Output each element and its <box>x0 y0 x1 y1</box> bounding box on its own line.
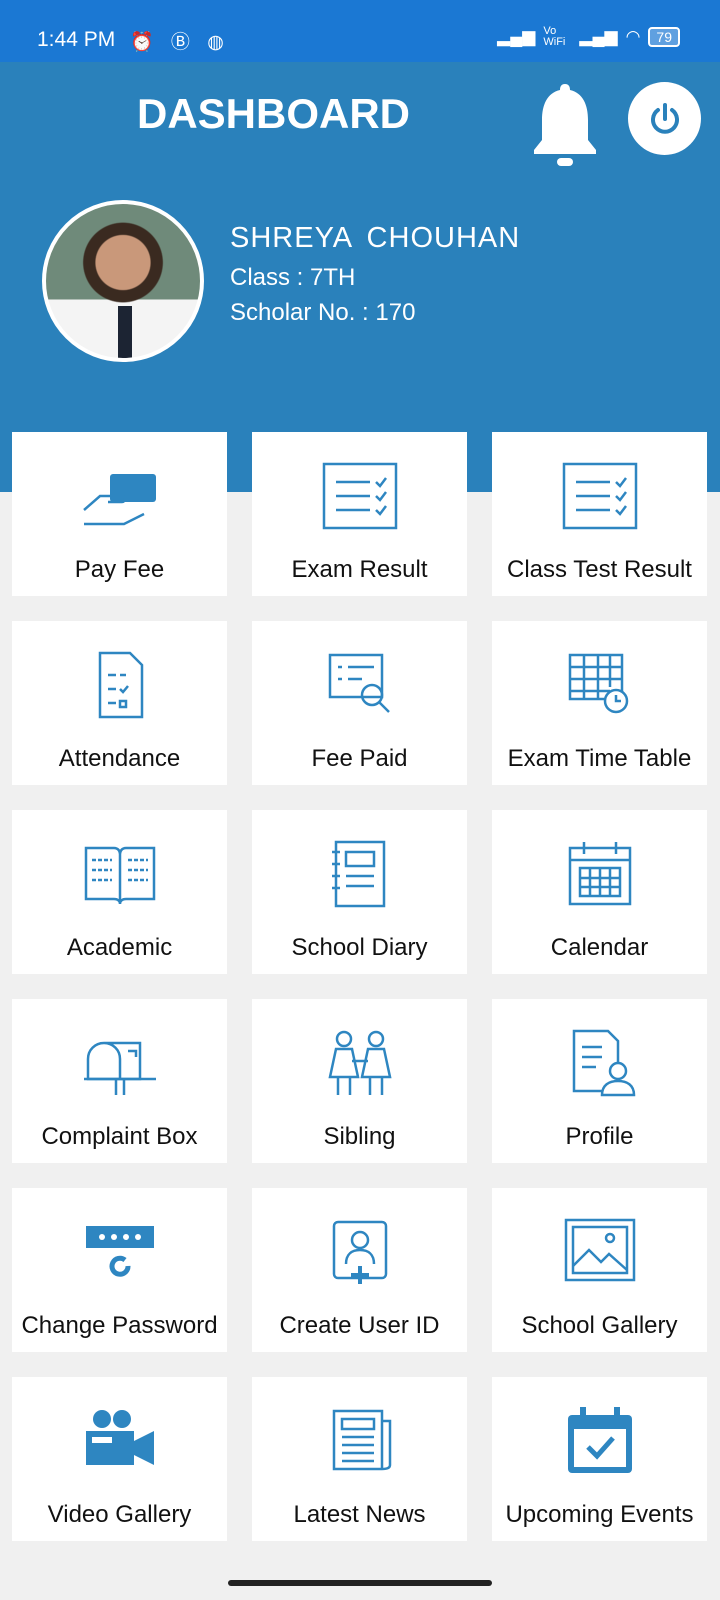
tile-label: Change Password <box>21 1312 218 1339</box>
calendar-check-icon <box>567 1407 632 1473</box>
tile-profile[interactable]: Profile <box>492 999 707 1163</box>
tile-label: Create User ID <box>279 1312 440 1339</box>
tile-label: School Gallery <box>521 1312 678 1339</box>
tile-academic[interactable]: Academic <box>12 810 227 974</box>
receipt-search-icon <box>328 653 390 713</box>
scholar-number: Scholar No. : 170 <box>230 299 416 326</box>
tile-label: Profile <box>565 1123 634 1150</box>
tile-video-gallery[interactable]: Video Gallery <box>12 1377 227 1541</box>
timetable-clock-icon <box>568 653 628 714</box>
logout-button[interactable] <box>628 82 701 155</box>
tile-latest-news[interactable]: Latest News <box>252 1377 467 1541</box>
profile-document-icon <box>572 1029 635 1097</box>
attendance-sheet-icon <box>98 651 143 719</box>
status-time: 1:44 PM <box>37 28 116 51</box>
battery-icon: 79 <box>648 27 680 47</box>
page-title: DASHBOARD <box>137 90 410 137</box>
open-book-icon <box>84 846 155 905</box>
tile-label: Latest News <box>293 1501 426 1528</box>
signal-icon: ▂▄▆ <box>497 27 536 46</box>
tile-label: Exam Time Table <box>507 745 692 772</box>
tile-label: Sibling <box>323 1123 396 1150</box>
tile-exam-time-table[interactable]: Exam Time Table <box>492 621 707 785</box>
tile-calendar[interactable]: Calendar <box>492 810 707 974</box>
mailbox-icon <box>83 1041 156 1095</box>
status-bar: 1:44 PM ⏰ Ⓑ ◍ ▂▄▆ Vo WiFi ▂▄▆ ◠ 79 <box>0 0 720 62</box>
image-gallery-icon <box>564 1218 635 1282</box>
card-hand-icon <box>82 474 156 526</box>
bell-icon[interactable] <box>532 80 598 172</box>
tile-label: School Diary <box>291 934 428 961</box>
tile-school-gallery[interactable]: School Gallery <box>492 1188 707 1352</box>
student-name: SHREYA CHOUHAN <box>230 222 521 254</box>
system-icons: ▂▄▆ Vo WiFi ▂▄▆ ◠ 79 <box>497 26 680 48</box>
tile-label: Class Test Result <box>507 556 692 583</box>
tile-label: Attendance <box>58 745 181 772</box>
siblings-icon <box>327 1030 392 1095</box>
video-camera-icon <box>85 1410 154 1465</box>
tile-attendance[interactable]: Attendance <box>12 621 227 785</box>
tile-label: Exam Result <box>291 556 428 583</box>
tile-upcoming-events[interactable]: Upcoming Events <box>492 1377 707 1541</box>
tile-change-password[interactable]: Change Password <box>12 1188 227 1352</box>
vowifi-label: Vo WiFi <box>543 25 566 48</box>
notebook-icon <box>331 840 385 908</box>
calendar-icon <box>568 842 631 906</box>
newspaper-icon <box>332 1409 391 1471</box>
gesture-bar[interactable] <box>228 1580 492 1586</box>
tile-sibling[interactable]: Sibling <box>252 999 467 1163</box>
avatar <box>42 200 204 362</box>
tile-label: Academic <box>66 934 173 961</box>
tile-label: Fee Paid <box>311 745 408 772</box>
tile-label: Video Gallery <box>47 1501 192 1528</box>
checklist-icon <box>322 462 397 530</box>
tile-label: Upcoming Events <box>505 1501 694 1528</box>
student-class: Class : 7TH <box>230 264 356 291</box>
tile-class-test-result[interactable]: Class Test Result <box>492 432 707 596</box>
tile-label: Calendar <box>550 934 649 961</box>
tile-pay-fee[interactable]: Pay Fee <box>12 432 227 596</box>
password-reset-icon <box>85 1226 154 1277</box>
wifi-icon: ◠ <box>625 27 641 46</box>
tile-create-user-id[interactable]: Create User ID <box>252 1188 467 1352</box>
tile-fee-paid[interactable]: Fee Paid <box>252 621 467 785</box>
signal-icon: ▂▄▆ <box>579 27 618 46</box>
notification-icons: ⏰ Ⓑ ◍ <box>130 32 230 53</box>
tile-complaint-box[interactable]: Complaint Box <box>12 999 227 1163</box>
tile-label: Complaint Box <box>41 1123 198 1150</box>
add-user-icon <box>332 1220 387 1284</box>
dashboard-grid: Pay Fee Exam Result Class Test Result Atten… <box>12 432 707 1541</box>
tile-exam-result[interactable]: Exam Result <box>252 432 467 596</box>
tile-label: Pay Fee <box>74 556 165 583</box>
checklist-icon <box>562 462 637 530</box>
tile-school-diary[interactable]: School Diary <box>252 810 467 974</box>
power-icon <box>650 102 679 134</box>
dashboard-header: DASHBOARD SHREYA CHOUHAN Class : 7TH Sch… <box>0 62 720 492</box>
